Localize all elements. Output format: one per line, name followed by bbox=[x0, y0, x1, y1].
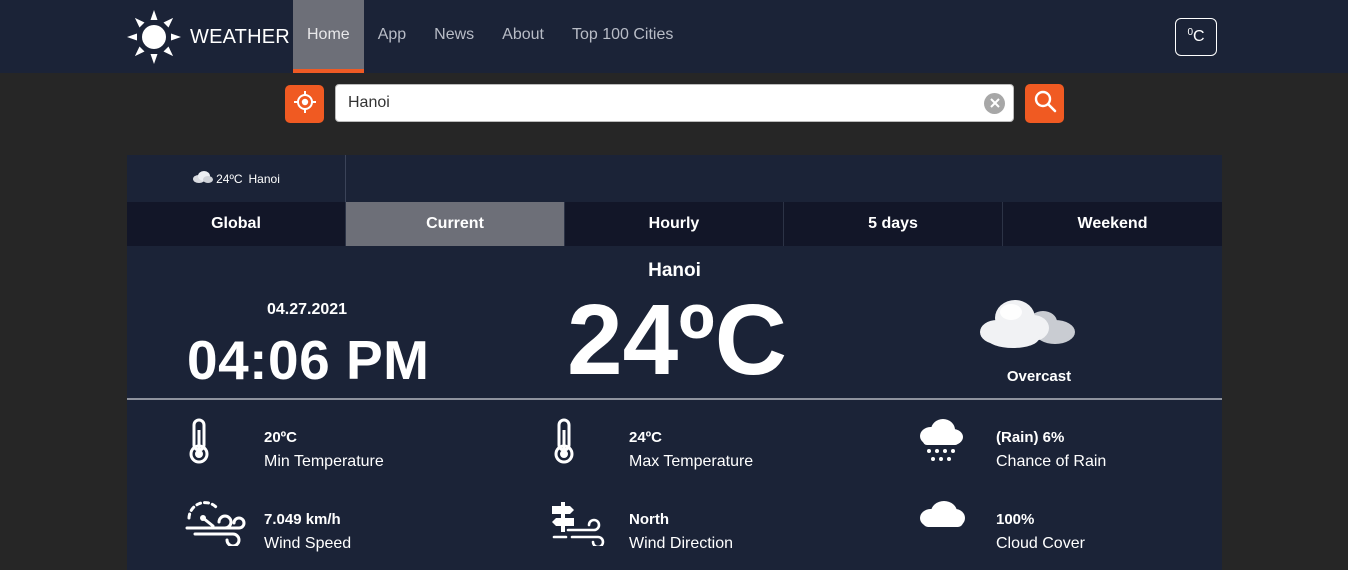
stat-wind-direction: North Wind Direction bbox=[550, 500, 850, 552]
signpost-wind-icon bbox=[550, 500, 606, 551]
small-cloud-icon bbox=[192, 170, 216, 187]
unit-superscript: 0 bbox=[1187, 26, 1193, 38]
wind-gauge-icon bbox=[185, 500, 249, 551]
stat-min-temperature: 20ºC Min Temperature bbox=[185, 418, 485, 470]
nav-about[interactable]: About bbox=[488, 0, 558, 73]
stat-chance-of-rain: (Rain) 6% Chance of Rain bbox=[917, 418, 1217, 470]
sun-icon bbox=[126, 9, 182, 65]
unit-letter: C bbox=[1193, 28, 1205, 45]
weather-panel: 24ºC Hanoi Global Current Hourly 5 days … bbox=[127, 155, 1222, 570]
nav-news[interactable]: News bbox=[420, 0, 488, 73]
nav-home[interactable]: Home bbox=[293, 0, 364, 73]
nav-app[interactable]: App bbox=[364, 0, 420, 73]
brand-logo[interactable]: WEATHER bbox=[126, 10, 290, 64]
thermometer-icon bbox=[185, 418, 215, 469]
tab-5-days[interactable]: 5 days bbox=[784, 202, 1003, 246]
location-tab-temp: 24ºC bbox=[216, 171, 243, 186]
tab-hourly[interactable]: Hourly bbox=[565, 202, 784, 246]
tab-global[interactable]: Global bbox=[127, 202, 346, 246]
search-button[interactable] bbox=[1025, 84, 1064, 123]
forecast-tabs: Global Current Hourly 5 days Weekend bbox=[127, 202, 1222, 246]
locate-button[interactable] bbox=[285, 85, 324, 123]
stat-label: Wind Direction bbox=[629, 535, 734, 552]
stat-label: Min Temperature bbox=[264, 453, 384, 470]
search-box bbox=[335, 84, 1014, 122]
search-icon bbox=[1033, 89, 1057, 118]
rain-cloud-icon bbox=[917, 418, 965, 469]
stat-value: (Rain) 6% bbox=[996, 429, 1065, 446]
stat-label: Cloud Cover bbox=[996, 535, 1085, 552]
divider bbox=[127, 398, 1222, 400]
stat-label: Wind Speed bbox=[264, 535, 352, 552]
stat-wind-speed: 7.049 km/h Wind Speed bbox=[185, 500, 485, 552]
stat-value: 20ºC bbox=[264, 429, 297, 446]
stat-value: 24ºC bbox=[629, 429, 662, 446]
main-nav: Home App News About Top 100 Cities bbox=[293, 0, 687, 73]
location-tab-city: Hanoi bbox=[248, 171, 280, 186]
unit-toggle-button[interactable]: 0C bbox=[1175, 18, 1217, 56]
city-title: Hanoi bbox=[648, 260, 701, 281]
condition-label: Overcast bbox=[1006, 368, 1072, 385]
location-tab[interactable]: 24ºC Hanoi bbox=[127, 155, 346, 202]
tab-weekend[interactable]: Weekend bbox=[1003, 202, 1222, 246]
current-date: 04.27.2021 bbox=[267, 301, 348, 318]
close-icon bbox=[989, 95, 1000, 113]
nav-top-100-cities[interactable]: Top 100 Cities bbox=[558, 0, 687, 73]
overcast-icon bbox=[975, 288, 1083, 363]
cloud-icon bbox=[917, 500, 967, 535]
current-temperature: 24ºC bbox=[567, 284, 787, 396]
search-input[interactable] bbox=[348, 85, 978, 121]
stat-label: Max Temperature bbox=[629, 453, 754, 470]
top-navbar: WEATHER Home App News About Top 100 Citi… bbox=[0, 0, 1348, 73]
clear-search-button[interactable] bbox=[984, 93, 1005, 114]
stat-label: Chance of Rain bbox=[996, 453, 1107, 470]
brand-name: WEATHER bbox=[190, 25, 290, 48]
stat-max-temperature: 24ºC Max Temperature bbox=[550, 418, 850, 470]
stat-cloud-cover: 100% Cloud Cover bbox=[917, 500, 1217, 552]
stat-value: 100% bbox=[996, 511, 1035, 528]
crosshair-icon bbox=[293, 90, 317, 119]
stat-value: 7.049 km/h bbox=[264, 511, 341, 528]
current-time: 04:06 PM bbox=[187, 329, 430, 391]
tab-current[interactable]: Current bbox=[346, 202, 565, 246]
stat-value: North bbox=[629, 511, 669, 528]
thermometer-icon bbox=[550, 418, 580, 469]
